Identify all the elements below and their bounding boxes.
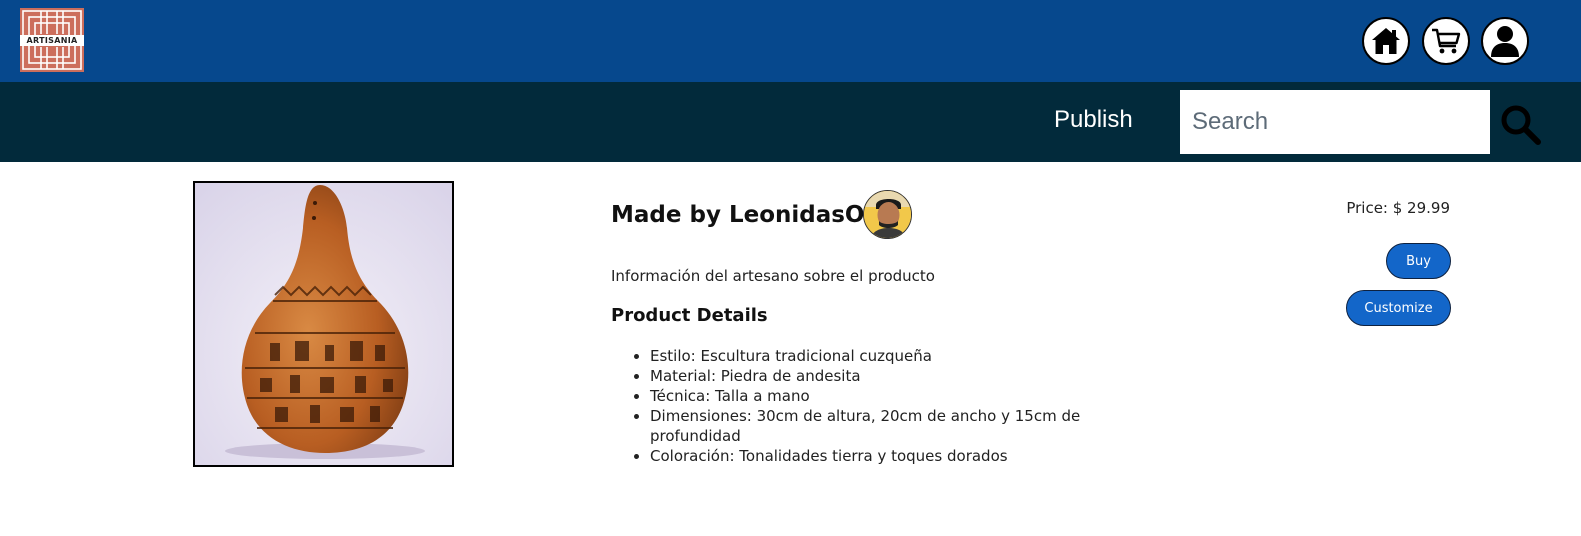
product-image [193, 181, 454, 467]
search-button[interactable] [1498, 102, 1542, 146]
publish-link[interactable]: Publish [1054, 106, 1133, 134]
search-icon [1501, 105, 1541, 145]
search-input[interactable] [1180, 90, 1490, 154]
detail-technique: Técnica: Talla a mano [650, 386, 1100, 406]
product-title: Made by LeonidasOr [611, 202, 876, 228]
logo-text: ARTISANIA [20, 35, 84, 46]
cart-icon [1432, 28, 1461, 54]
detail-style: Estilo: Escultura tradicional cuzqueña [650, 346, 1100, 366]
detail-coloration: Coloración: Tonalidades tierra y toques … [650, 446, 1100, 466]
artisan-photo [864, 191, 911, 238]
buy-button[interactable]: Buy [1386, 243, 1451, 279]
user-account-button[interactable] [1481, 17, 1529, 65]
top-bar: ARTISANIA [0, 0, 1581, 82]
product-details-list: Estilo: Escultura tradicional cuzqueña M… [650, 346, 1100, 466]
user-icon [1491, 26, 1519, 57]
detail-material: Material: Piedra de andesita [650, 366, 1100, 386]
artisania-logo[interactable]: ARTISANIA [20, 8, 84, 72]
product-price: Price: $ 29.99 [1346, 199, 1450, 217]
product-details-heading: Product Details [611, 305, 768, 326]
gourd-image [195, 183, 452, 465]
artisan-info-text: Información del artesano sobre el produc… [611, 267, 935, 285]
customize-button[interactable]: Customize [1346, 290, 1451, 326]
nav-bar: Publish [0, 82, 1581, 162]
artisan-avatar[interactable] [863, 190, 912, 239]
detail-dimensions: Dimensiones: 30cm de altura, 20cm de anc… [650, 406, 1100, 446]
cart-button[interactable] [1422, 17, 1470, 65]
home-icon [1372, 28, 1400, 54]
home-button[interactable] [1362, 17, 1410, 65]
